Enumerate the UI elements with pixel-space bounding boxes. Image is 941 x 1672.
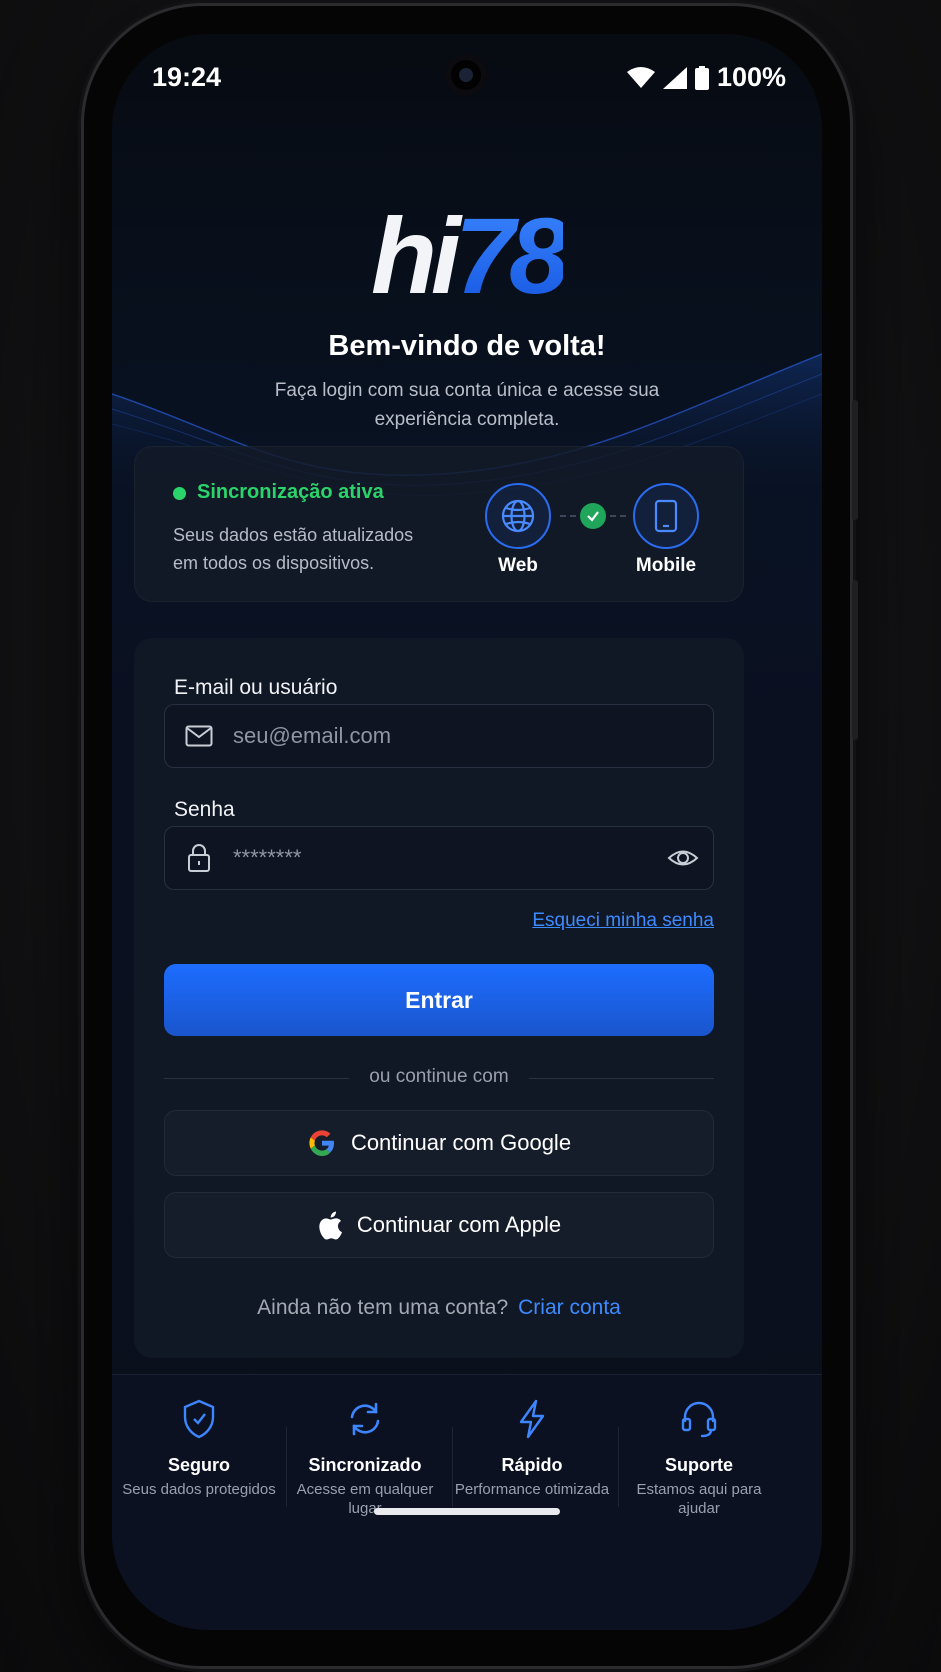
apple-login-button[interactable]: Continuar com Apple	[164, 1192, 714, 1258]
feature-support: Suporte Estamos aqui para ajudar	[616, 1395, 782, 1518]
features-bar: Seguro Seus dados protegidos Sincronizad…	[112, 1374, 822, 1630]
feature-desc: Performance otimizada	[454, 1481, 610, 1498]
feature-desc: Estamos aqui para ajudar	[636, 1481, 762, 1517]
page-subtitle: Faça login com sua conta única e acesse …	[274, 380, 660, 430]
feature-title: Suporte	[664, 1455, 733, 1475]
feature-sync: Sincronizado Acesse em qualquer lugar	[282, 1395, 448, 1518]
password-field[interactable]: ********	[164, 826, 714, 890]
smartphone-icon	[654, 499, 678, 533]
headset-icon	[616, 1395, 782, 1443]
sync-card: Sincronização ativa Seus dados estão atu…	[134, 446, 744, 602]
brand-logo: hi78	[112, 202, 822, 310]
logo-78: 78	[454, 195, 569, 316]
logo-hi: hi	[370, 195, 461, 316]
home-indicator[interactable]	[374, 1508, 560, 1515]
lock-icon	[165, 843, 233, 873]
sync-icon	[282, 1395, 448, 1443]
sync-status: Sincronização ativa	[197, 481, 384, 503]
apple-icon	[319, 1211, 342, 1240]
globe-icon	[501, 499, 535, 533]
no-account-text: Ainda não tem uma conta?	[257, 1296, 509, 1319]
status-indicators: 100%	[626, 62, 786, 93]
front-camera	[445, 54, 487, 96]
google-login-label: Continuar com Google	[350, 1130, 572, 1155]
web-device-badge	[485, 483, 551, 549]
feature-title: Rápido	[501, 1455, 563, 1475]
feature-title: Sincronizado	[308, 1455, 422, 1475]
apple-login-label: Continuar com Apple	[356, 1212, 562, 1237]
divider: ou continue com	[164, 1064, 714, 1092]
mobile-device-label: Mobile	[635, 555, 697, 576]
sync-status-dot	[173, 487, 186, 500]
divider-text: ou continue com	[369, 1066, 509, 1087]
signup-prompt: Ainda não tem uma conta? Criar conta	[134, 1296, 744, 1320]
login-button[interactable]: Entrar	[164, 964, 714, 1036]
feature-secure: Seguro Seus dados protegidos	[116, 1395, 282, 1499]
eye-icon[interactable]	[667, 845, 699, 876]
status-time: 19:24	[152, 62, 222, 92]
signal-icon	[662, 66, 687, 89]
email-field[interactable]: seu@email.com	[164, 704, 714, 768]
page-title: Bem-vindo de volta!	[328, 330, 606, 362]
forgot-password-link[interactable]: Esqueci minha senha	[532, 910, 714, 932]
web-device-label: Web	[498, 555, 538, 576]
divider-line-right	[529, 1078, 714, 1079]
shield-icon	[116, 1395, 282, 1443]
wifi-icon	[626, 66, 655, 88]
mail-icon	[165, 725, 233, 747]
email-label: E-mail ou usuário	[174, 676, 338, 699]
battery-icon	[694, 65, 709, 90]
mobile-device-badge	[633, 483, 699, 549]
password-value: ********	[233, 845, 302, 870]
google-icon	[309, 1130, 334, 1156]
feature-fast: Rápido Performance otimizada	[449, 1395, 615, 1499]
volume-button	[852, 400, 858, 520]
google-login-button[interactable]: Continuar com Google	[164, 1110, 714, 1176]
battery-level: 100%	[716, 62, 786, 92]
lightning-icon	[449, 1395, 615, 1443]
login-form: E-mail ou usuário seu@email.com Senha **…	[134, 638, 744, 1358]
password-label: Senha	[174, 798, 235, 821]
feature-desc: Seus dados protegidos	[122, 1481, 276, 1498]
check-icon	[580, 503, 606, 529]
feature-title: Seguro	[167, 1455, 230, 1475]
create-account-link[interactable]: Criar conta	[518, 1296, 621, 1319]
power-button	[852, 580, 858, 740]
email-placeholder: seu@email.com	[233, 723, 392, 748]
sync-description: Seus dados estão atualizados em todos os…	[173, 525, 414, 573]
app-screen: 19:24 100% hi78 Bem-vindo de volta! Faça…	[112, 34, 822, 1630]
